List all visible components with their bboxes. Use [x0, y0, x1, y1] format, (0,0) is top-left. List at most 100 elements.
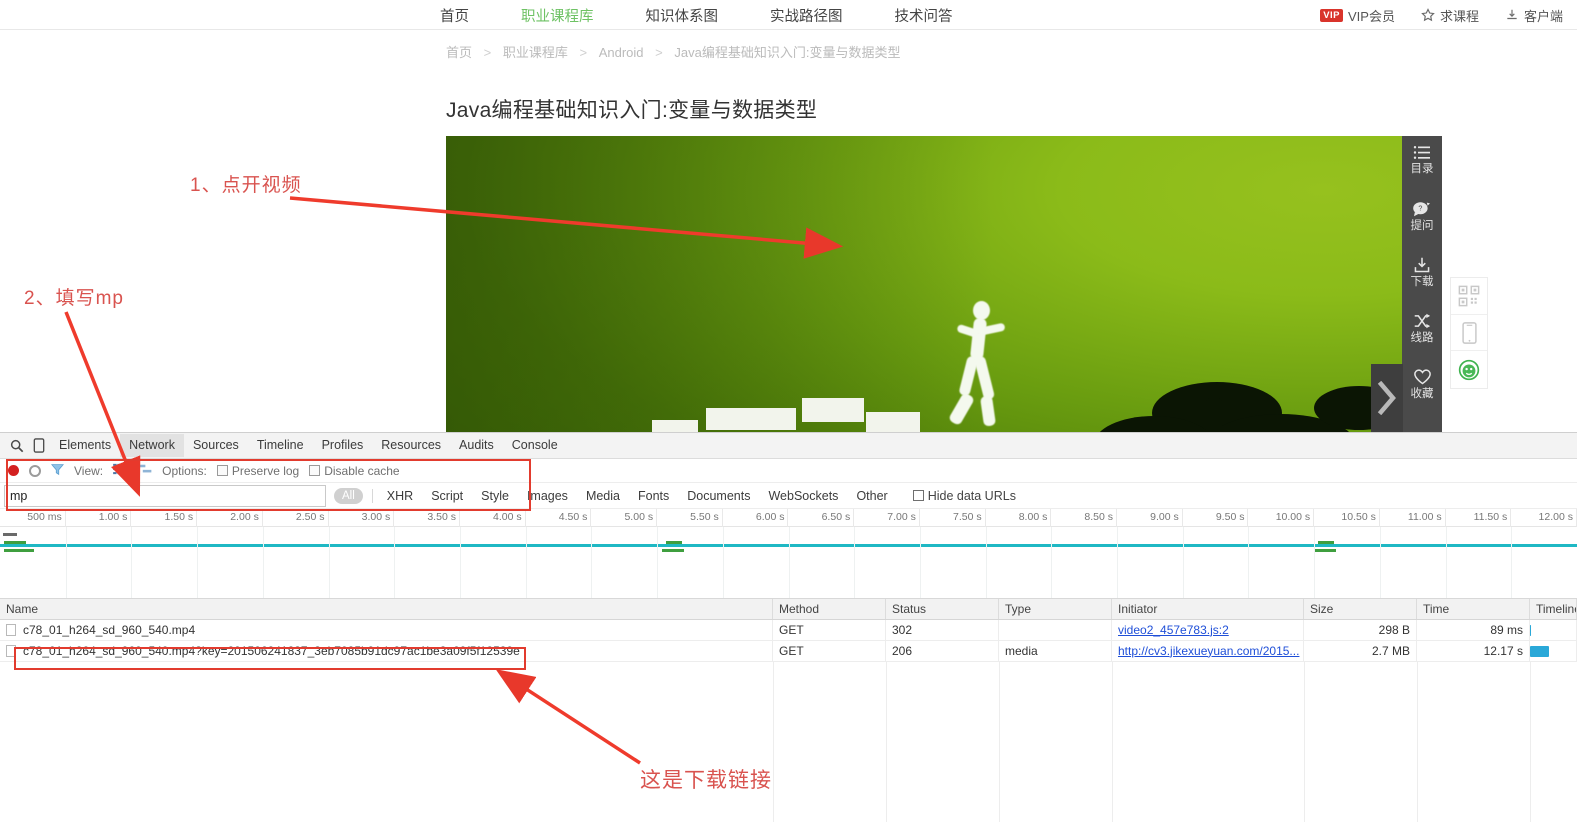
filter-input-highlight-box — [6, 459, 531, 511]
filter-type-fonts[interactable]: Fonts — [629, 487, 678, 505]
gridline — [1304, 662, 1305, 822]
gridline — [1417, 662, 1418, 822]
column-header-size[interactable]: Size — [1304, 599, 1417, 619]
breadcrumb-separator: > — [579, 45, 588, 60]
wechat-face-icon[interactable] — [1451, 351, 1487, 388]
cell-type: media — [999, 640, 1112, 662]
column-header-time[interactable]: Time — [1417, 599, 1530, 619]
hide-data-urls-checkbox[interactable]: Hide data URLs — [912, 489, 1016, 503]
column-header-timeline[interactable]: Timeline — [1530, 599, 1577, 619]
waterfall-bar — [1530, 645, 1549, 657]
gridline — [1051, 527, 1053, 598]
devtools-tabbar: Elements Network Sources Timeline Profil… — [0, 433, 1577, 459]
table-empty-area — [0, 662, 1577, 822]
nav-item-vip-label: VIP会员 — [1348, 8, 1395, 24]
video-share-column — [1450, 277, 1488, 389]
filter-type-documents[interactable]: Documents — [678, 487, 759, 505]
mobile-phone-icon[interactable] — [1451, 315, 1487, 352]
video-tool-favorite[interactable]: 收藏 — [1402, 360, 1442, 416]
tab-profiles[interactable]: Profiles — [313, 434, 373, 457]
nav-item-career-courses[interactable]: 职业课程库 — [521, 5, 594, 26]
video-tool-catalog[interactable]: 目录 — [1402, 136, 1442, 192]
filter-type-other[interactable]: Other — [847, 487, 896, 505]
search-icon[interactable] — [6, 439, 28, 453]
breadcrumb-separator: > — [655, 45, 663, 60]
nav-item-knowledge-map[interactable]: 知识体系图 — [646, 5, 719, 26]
cell-size: 298 B — [1304, 619, 1417, 641]
tab-audits[interactable]: Audits — [450, 434, 503, 457]
filter-type-media[interactable]: Media — [577, 487, 629, 505]
column-header-name[interactable]: Name — [0, 599, 773, 619]
video-tool-ask[interactable]: ? 提问 — [1402, 192, 1442, 248]
ruler-tick: 3.50 s — [394, 509, 460, 527]
nav-item-request-course[interactable]: 求课程 — [1421, 6, 1479, 25]
tab-network[interactable]: Network — [120, 434, 184, 457]
breadcrumb-item-0[interactable]: 首页 — [446, 45, 472, 60]
tab-elements[interactable]: Elements — [50, 434, 120, 457]
nav-item-tech-qa[interactable]: 技术问答 — [895, 5, 953, 26]
breadcrumb-item-3[interactable]: Java编程基础知识入门:变量与数据类型 — [674, 45, 900, 60]
ruler-tick: 7.50 s — [920, 509, 986, 527]
ruler-tick: 4.00 s — [460, 509, 526, 527]
ruler-tick: 9.00 s — [1117, 509, 1183, 527]
main-nav-links: 首页 职业课程库 知识体系图 实战路径图 技术问答 — [440, 0, 1005, 30]
gridline — [1314, 527, 1316, 598]
vip-badge-icon: VIP — [1320, 8, 1343, 22]
video-expand-button[interactable] — [1371, 364, 1403, 436]
gridline — [328, 527, 330, 598]
nav-right-links: VIP VIP会员 求课程 客户端 — [1294, 0, 1563, 30]
breadcrumb: 首页 > 职业课程库 > Android > Java编程基础知识入门:变量与数… — [446, 42, 900, 61]
annotation-3: 这是下载链接 — [640, 769, 772, 792]
gridline — [919, 527, 921, 598]
gridline — [788, 527, 790, 598]
gridline — [722, 527, 724, 598]
gridline — [1182, 527, 1184, 598]
overview-bar — [1314, 549, 1336, 552]
device-toggle-icon[interactable] — [28, 438, 50, 453]
cell-method: GET — [773, 640, 886, 662]
download-link-highlight-box — [14, 647, 526, 670]
video-player[interactable] — [446, 136, 1442, 436]
breadcrumb-item-2[interactable]: Android — [599, 45, 644, 60]
table-row[interactable]: c78_01_h264_sd_960_540.mp4 GET 302 video… — [0, 619, 1577, 641]
nav-item-vip[interactable]: VIP VIP会员 — [1320, 6, 1395, 25]
filter-type-websockets[interactable]: WebSockets — [759, 487, 847, 505]
ruler-tick: 5.50 s — [657, 509, 723, 527]
network-overview-graph[interactable] — [0, 527, 1577, 599]
gridline — [773, 662, 774, 822]
svg-text:?: ? — [1418, 204, 1422, 213]
cell-initiator[interactable]: http://cv3.jikexueyuan.com/2015... — [1112, 640, 1304, 662]
gridline — [197, 527, 199, 598]
cell-timeline — [1530, 619, 1577, 641]
video-tool-route[interactable]: 线路 — [1402, 304, 1442, 360]
column-header-method[interactable]: Method — [773, 599, 886, 619]
initiator-link[interactable]: http://cv3.jikexueyuan.com/2015... — [1118, 644, 1299, 658]
cell-time: 89 ms — [1417, 619, 1530, 641]
gridline — [262, 527, 264, 598]
nav-item-home[interactable]: 首页 — [440, 5, 469, 26]
video-tool-route-label: 线路 — [1410, 332, 1434, 344]
cell-name[interactable]: c78_01_h264_sd_960_540.mp4 — [0, 619, 773, 641]
nav-item-practice-path[interactable]: 实战路径图 — [770, 5, 843, 26]
tab-sources[interactable]: Sources — [184, 434, 248, 457]
checkbox-box — [912, 490, 924, 501]
qr-code-icon[interactable] — [1451, 278, 1487, 315]
tab-resources[interactable]: Resources — [372, 434, 450, 457]
tab-timeline[interactable]: Timeline — [248, 434, 313, 457]
initiator-link[interactable]: video2_457e783.js:2 — [1118, 623, 1229, 637]
column-header-initiator[interactable]: Initiator — [1112, 599, 1304, 619]
cell-initiator[interactable]: video2_457e783.js:2 — [1112, 619, 1304, 641]
video-tool-download[interactable]: 下载 — [1402, 248, 1442, 304]
column-header-status[interactable]: Status — [886, 599, 999, 619]
ruler-tick: 11.00 s — [1380, 509, 1446, 527]
video-background-frame — [446, 136, 1442, 436]
tab-console[interactable]: Console — [503, 434, 567, 457]
nav-item-client[interactable]: 客户端 — [1505, 6, 1563, 25]
chevron-right-icon — [1376, 380, 1398, 420]
column-header-type[interactable]: Type — [999, 599, 1112, 619]
breadcrumb-item-1[interactable]: 职业课程库 — [503, 45, 568, 60]
gridline — [1248, 527, 1250, 598]
page-title: Java编程基础知识入门:变量与数据类型 — [446, 99, 818, 122]
ruler-tick: 10.00 s — [1248, 509, 1315, 527]
video-side-toolbar: 目录 ? 提问 下载 线路 收藏 — [1402, 136, 1442, 436]
